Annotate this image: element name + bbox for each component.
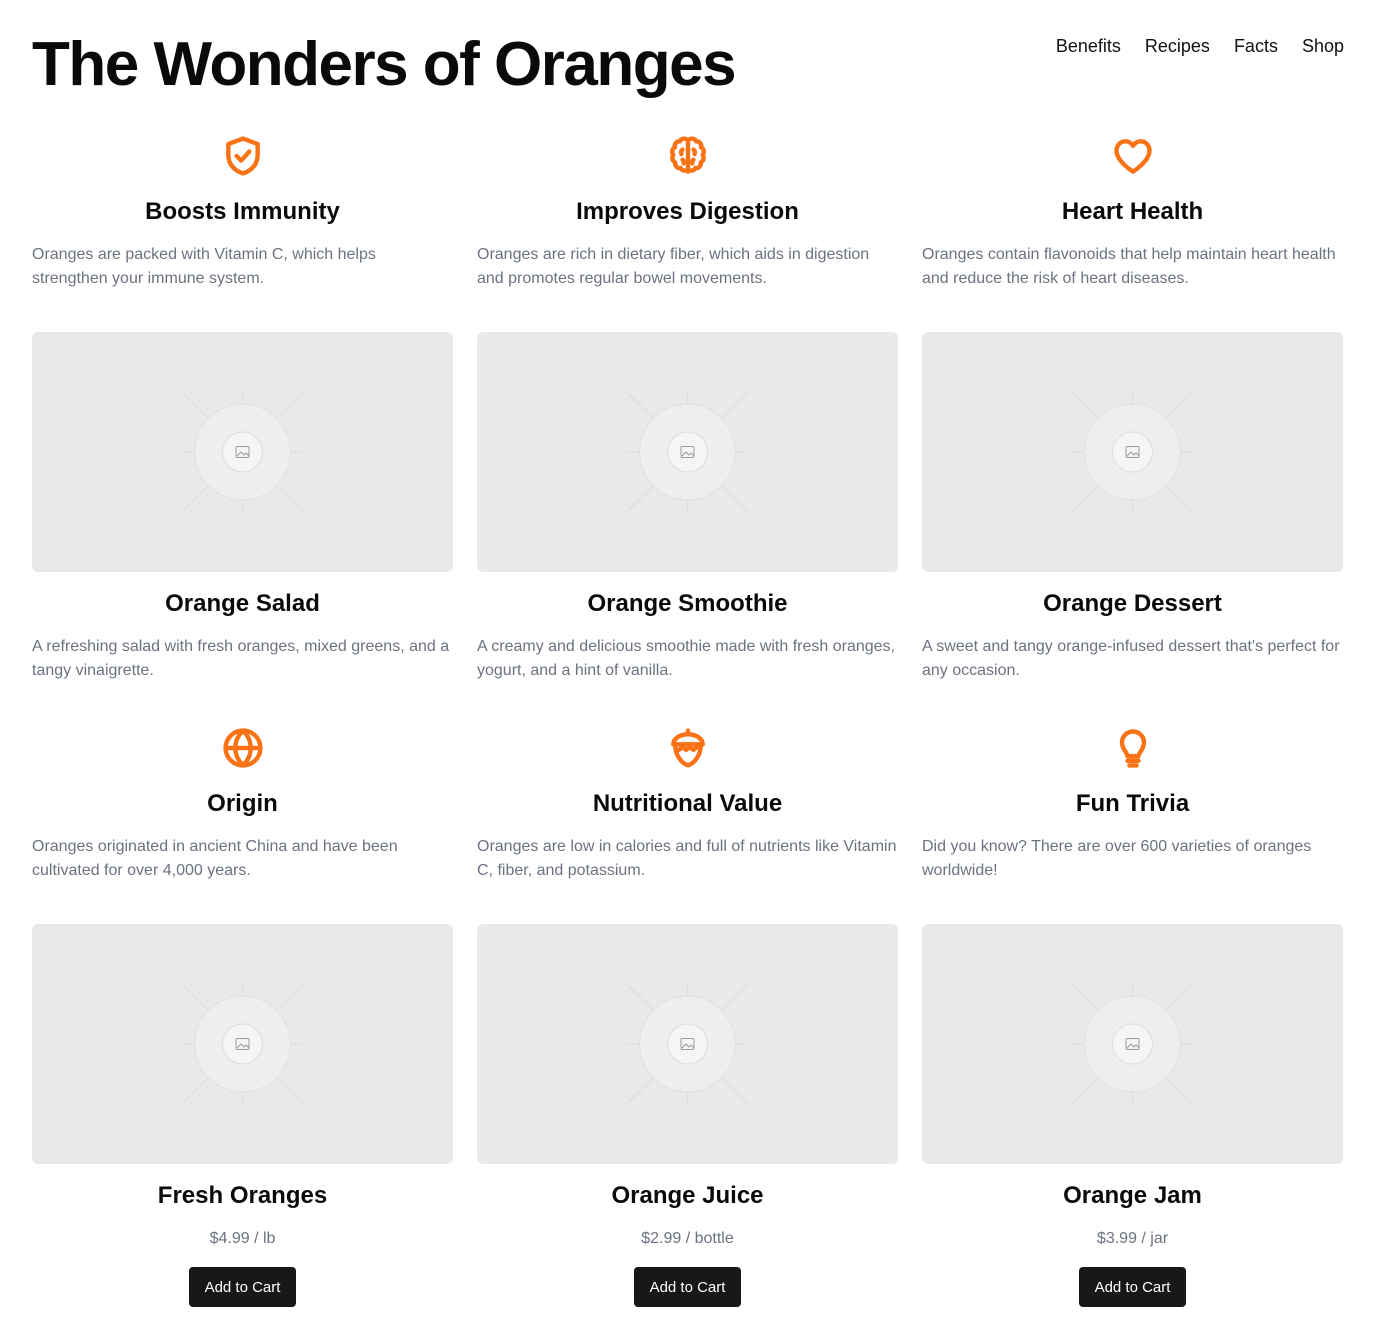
image-placeholder-icon <box>1071 983 1194 1105</box>
product-title: Fresh Oranges <box>157 1182 328 1209</box>
product-price: $4.99 / lb <box>209 1230 276 1247</box>
product-price: $3.99 / jar <box>1096 1230 1169 1247</box>
add-to-cart-button[interactable]: Add to Cart <box>633 1267 742 1307</box>
fact-title: Nutritional Value <box>592 790 783 817</box>
recipe-card: Orange Salad A refreshing salad with fre… <box>32 332 453 683</box>
shop-section: Fresh Oranges $4.99 / lb Add to Cart Ora… <box>32 924 1344 1307</box>
lightbulb-icon <box>1109 722 1157 774</box>
product-title: Orange Juice <box>611 1182 764 1209</box>
image-placeholder-icon <box>626 391 749 513</box>
image-placeholder-icon <box>626 983 749 1105</box>
recipe-description: A creamy and delicious smoothie made wit… <box>477 638 895 679</box>
image-placeholder <box>32 924 453 1164</box>
recipe-title: Orange Dessert <box>1043 590 1222 617</box>
image-placeholder-icon <box>181 983 304 1105</box>
benefit-title: Heart Health <box>1061 198 1204 225</box>
recipes-section: Orange Salad A refreshing salad with fre… <box>32 332 1344 683</box>
product-price: $2.99 / bottle <box>641 1230 734 1247</box>
benefit-title: Improves Digestion <box>576 198 799 225</box>
add-to-cart-button[interactable]: Add to Cart <box>1078 1267 1187 1307</box>
image-placeholder <box>922 332 1343 572</box>
globe-icon <box>219 722 267 774</box>
image-placeholder <box>477 332 898 572</box>
fact-card: Fun Trivia Did you know? There are over … <box>922 722 1343 883</box>
facts-section: Origin Oranges originated in ancient Chi… <box>32 722 1344 883</box>
main-nav: Benefits Recipes Facts Shop <box>1056 34 1344 58</box>
heart-icon <box>1109 130 1157 182</box>
recipe-title: Orange Salad <box>165 590 320 617</box>
product-card: Fresh Oranges $4.99 / lb Add to Cart <box>32 924 453 1307</box>
product-card: Orange Jam $3.99 / jar Add to Cart <box>922 924 1343 1307</box>
site-header: The Wonders of Oranges Benefits Recipes … <box>32 24 1344 104</box>
product-title: Orange Jam <box>1063 1182 1202 1209</box>
recipe-card: Orange Smoothie A creamy and delicious s… <box>477 332 898 683</box>
image-placeholder <box>922 924 1343 1164</box>
nav-link-benefits[interactable]: Benefits <box>1056 34 1121 58</box>
benefit-title: Boosts Immunity <box>145 198 340 225</box>
recipe-title: Orange Smoothie <box>587 590 788 617</box>
benefit-card: Heart Health Oranges contain flavonoids … <box>922 130 1343 291</box>
fact-card: Origin Oranges originated in ancient Chi… <box>32 722 453 883</box>
benefit-description: Oranges are packed with Vitamin C, which… <box>32 246 376 287</box>
fact-description: Did you know? There are over 600 varieti… <box>922 838 1312 879</box>
recipe-card: Orange Dessert A sweet and tangy orange-… <box>922 332 1343 683</box>
image-placeholder <box>32 332 453 572</box>
add-to-cart-button[interactable]: Add to Cart <box>188 1267 297 1307</box>
recipe-description: A sweet and tangy orange-infused dessert… <box>922 638 1340 679</box>
nav-link-facts[interactable]: Facts <box>1234 34 1278 58</box>
acorn-icon <box>664 722 712 774</box>
benefits-section: Boosts Immunity Oranges are packed with … <box>32 130 1344 291</box>
nav-link-shop[interactable]: Shop <box>1302 34 1344 58</box>
fact-description: Oranges originated in ancient China and … <box>32 838 398 879</box>
benefit-card: Boosts Immunity Oranges are packed with … <box>32 130 453 291</box>
fact-card: Nutritional Value Oranges are low in cal… <box>477 722 898 883</box>
image-placeholder-icon <box>181 391 304 513</box>
nav-link-recipes[interactable]: Recipes <box>1145 34 1210 58</box>
fact-description: Oranges are low in calories and full of … <box>477 838 897 879</box>
image-placeholder <box>477 924 898 1164</box>
brain-icon <box>664 130 712 182</box>
product-card: Orange Juice $2.99 / bottle Add to Cart <box>477 924 898 1307</box>
image-placeholder-icon <box>1071 391 1194 513</box>
benefit-card: Improves Digestion Oranges are rich in d… <box>477 130 898 291</box>
benefit-description: Oranges are rich in dietary fiber, which… <box>477 246 870 287</box>
page-title: The Wonders of Oranges <box>32 30 737 99</box>
fact-title: Fun Trivia <box>1075 790 1190 817</box>
benefit-description: Oranges contain flavonoids that help mai… <box>922 246 1336 287</box>
shield-check-icon <box>219 130 267 182</box>
recipe-description: A refreshing salad with fresh oranges, m… <box>32 638 450 679</box>
fact-title: Origin <box>207 790 278 817</box>
